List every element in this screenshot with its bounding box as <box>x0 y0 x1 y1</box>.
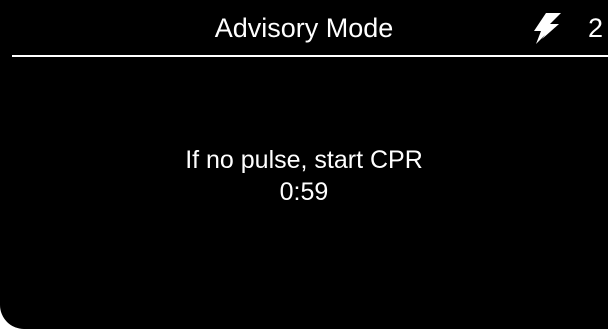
device-screen: Advisory Mode 2 If no pulse, start CPR 0… <box>0 0 608 329</box>
header-divider <box>12 55 608 57</box>
shock-count: 2 <box>588 13 604 43</box>
lightning-bolt-icon <box>534 13 561 44</box>
mode-title: Advisory Mode <box>214 13 394 43</box>
prompt-message: If no pulse, start CPR <box>185 146 423 174</box>
header-bar: Advisory Mode 2 <box>0 0 608 56</box>
countdown-timer: 0:59 <box>279 178 329 206</box>
